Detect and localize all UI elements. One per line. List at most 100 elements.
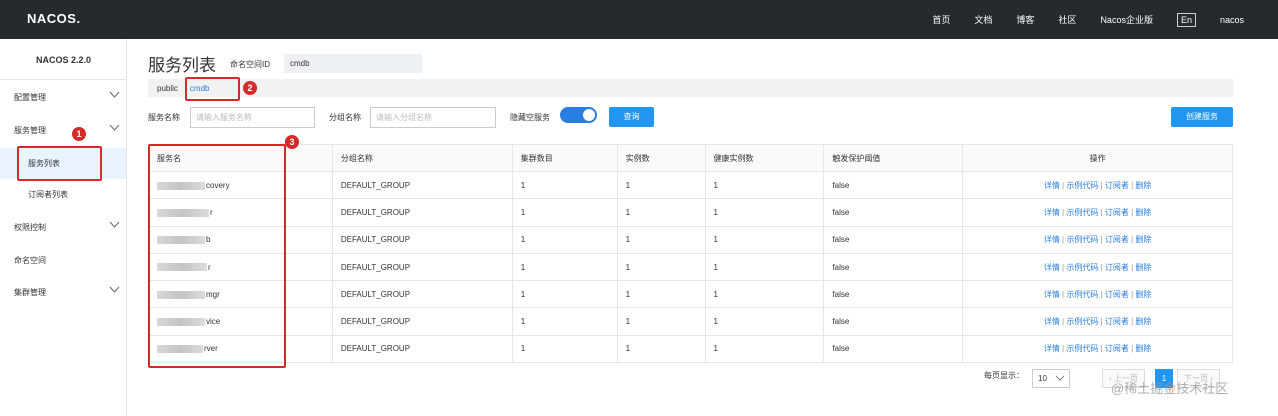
table-cell: DEFAULT_GROUP <box>331 198 513 227</box>
delete-link[interactable]: 删除 <box>1135 344 1151 353</box>
table-cell: false <box>823 252 964 282</box>
delete-link[interactable]: 删除 <box>1135 263 1151 272</box>
per-page-label: 每页显示： <box>984 371 1024 380</box>
delete-link[interactable]: 删除 <box>1135 317 1151 326</box>
table-cell: false <box>823 307 964 336</box>
annotation-badge-1: 1 <box>72 127 86 141</box>
sample-code-link[interactable]: 示例代码 <box>1066 290 1098 299</box>
sidebar-item-label: 权限控制 <box>14 222 46 232</box>
table-cell: DEFAULT_GROUP <box>331 334 513 364</box>
nav-home[interactable]: 首页 <box>932 13 950 26</box>
subscribers-link[interactable]: 订阅者 <box>1105 344 1129 353</box>
detail-link[interactable]: 详情 <box>1044 263 1060 272</box>
nav-blog[interactable]: 博客 <box>1016 13 1034 26</box>
detail-link[interactable]: 详情 <box>1044 208 1060 217</box>
chevron-down-icon <box>109 124 120 131</box>
namespace-selector: public cmdb <box>148 79 1233 97</box>
hide-empty-label: 隐藏空服务 <box>510 113 550 122</box>
annotation-badge-2: 2 <box>243 81 257 95</box>
service-name-label: 服务名称 <box>148 113 180 122</box>
detail-link[interactable]: 详情 <box>1044 317 1060 326</box>
nacos-logo[interactable]: NACOS. <box>27 11 81 26</box>
detail-link[interactable]: 详情 <box>1044 181 1060 190</box>
table-row: covery DEFAULT_GROUP 1 1 1 false 详情 | 示例代码 | 订… <box>148 170 1233 200</box>
sidebar-item-subscribers[interactable]: 订阅者列表 <box>0 181 126 207</box>
table-cell: 1 <box>616 307 706 336</box>
create-service-button[interactable]: 创建服务 <box>1171 107 1233 127</box>
per-page-value: 10 <box>1038 374 1047 383</box>
table-cell: 1 <box>511 280 618 309</box>
sidebar-item-label: 集群管理 <box>14 287 46 297</box>
subscribers-link[interactable]: 订阅者 <box>1105 290 1129 299</box>
nav-enterprise[interactable]: Nacos企业版 <box>1100 13 1153 26</box>
annotation-box-1 <box>17 146 102 181</box>
actions-cell: 详情 | 示例代码 | 订阅者 | 删除 <box>962 280 1233 309</box>
sample-code-link[interactable]: 示例代码 <box>1066 317 1098 326</box>
sample-code-link[interactable]: 示例代码 <box>1066 263 1098 272</box>
table-cell: 1 <box>704 280 825 309</box>
sidebar-item-cluster[interactable]: 集群管理 <box>0 279 126 305</box>
subscribers-link[interactable]: 订阅者 <box>1105 208 1129 217</box>
delete-link[interactable]: 删除 <box>1135 208 1151 217</box>
table-cell: DEFAULT_GROUP <box>331 307 513 336</box>
detail-link[interactable]: 详情 <box>1044 235 1060 244</box>
table-cell: 1 <box>511 252 618 282</box>
delete-link[interactable]: 删除 <box>1135 181 1151 190</box>
sidebar-item-auth[interactable]: 权限控制 <box>0 214 126 240</box>
delete-link[interactable]: 删除 <box>1135 235 1151 244</box>
user-menu[interactable]: nacos <box>1220 15 1244 25</box>
namespace-id-label: 命名空间ID <box>230 60 270 69</box>
table-cell: 1 <box>616 334 706 364</box>
table-cell: 1 <box>616 198 706 227</box>
table-row: r DEFAULT_GROUP 1 1 1 false 详情 | 示例代码 | 订阅者 | … <box>148 198 1233 227</box>
language-toggle[interactable]: En <box>1176 12 1196 27</box>
group-name-label: 分组名称 <box>329 113 361 122</box>
column-header: 分组名称 <box>331 144 513 172</box>
sidebar-item-namespace[interactable]: 命名空间 <box>0 247 126 273</box>
table-cell: false <box>823 225 964 254</box>
service-name-input[interactable]: 请输入服务名称 <box>190 107 315 128</box>
table-row: mgr DEFAULT_GROUP 1 1 1 false 详情 | 示例代码 | 订阅者 … <box>148 280 1233 309</box>
annotation-box-3 <box>148 144 286 368</box>
detail-link[interactable]: 详情 <box>1044 344 1060 353</box>
subscribers-link[interactable]: 订阅者 <box>1105 235 1129 244</box>
group-name-input[interactable]: 请输入分组名称 <box>370 107 496 128</box>
table-row: rver DEFAULT_GROUP 1 1 1 false 详情 | 示例代码 | 订阅者… <box>148 334 1233 364</box>
table-row: r DEFAULT_GROUP 1 1 1 false 详情 | 示例代码 | 订阅者 | … <box>148 252 1233 282</box>
nav-docs[interactable]: 文档 <box>974 13 992 26</box>
toggle-knob <box>583 109 595 121</box>
subscribers-link[interactable]: 订阅者 <box>1105 317 1129 326</box>
service-table: 服务名 分组名称 集群数目 实例数 健康实例数 触发保护阈值 操作 covery… <box>148 144 1233 364</box>
top-nav: 首页 文档 博客 社区 Nacos企业版 En nacos <box>908 0 1244 39</box>
column-header: 触发保护阈值 <box>823 144 964 172</box>
delete-link[interactable]: 删除 <box>1135 290 1151 299</box>
sample-code-link[interactable]: 示例代码 <box>1066 181 1098 190</box>
table-cell: 1 <box>704 225 825 254</box>
table-cell: DEFAULT_GROUP <box>331 225 513 254</box>
actions-cell: 详情 | 示例代码 | 订阅者 | 删除 <box>962 170 1233 200</box>
hide-empty-toggle[interactable] <box>560 107 597 123</box>
table-cell: DEFAULT_GROUP <box>331 280 513 309</box>
watermark: @稀土掘金技术社区 <box>1111 381 1229 396</box>
sidebar-divider <box>0 79 127 80</box>
actions-cell: 详情 | 示例代码 | 订阅者 | 删除 <box>962 307 1233 336</box>
annotation-box-2 <box>185 77 240 101</box>
subscribers-link[interactable]: 订阅者 <box>1105 263 1129 272</box>
nav-community[interactable]: 社区 <box>1058 13 1076 26</box>
sidebar-item-service[interactable]: 服务管理 <box>0 117 126 143</box>
per-page-select[interactable]: 10 <box>1032 369 1070 388</box>
table-row: b DEFAULT_GROUP 1 1 1 false 详情 | 示例代码 | 订阅者 | … <box>148 225 1233 254</box>
table-cell: 1 <box>511 225 618 254</box>
table-cell: 1 <box>704 170 825 200</box>
sample-code-link[interactable]: 示例代码 <box>1066 344 1098 353</box>
namespace-tab-public[interactable]: public <box>157 84 178 93</box>
sample-code-link[interactable]: 示例代码 <box>1066 208 1098 217</box>
top-navbar: NACOS. 首页 文档 博客 社区 Nacos企业版 En nacos <box>0 0 1278 39</box>
subscribers-link[interactable]: 订阅者 <box>1105 181 1129 190</box>
sample-code-link[interactable]: 示例代码 <box>1066 235 1098 244</box>
table-cell: false <box>823 170 964 200</box>
detail-link[interactable]: 详情 <box>1044 290 1060 299</box>
sidebar-item-config[interactable]: 配置管理 <box>0 84 126 110</box>
query-button[interactable]: 查询 <box>609 107 654 127</box>
table-cell: false <box>823 334 964 364</box>
